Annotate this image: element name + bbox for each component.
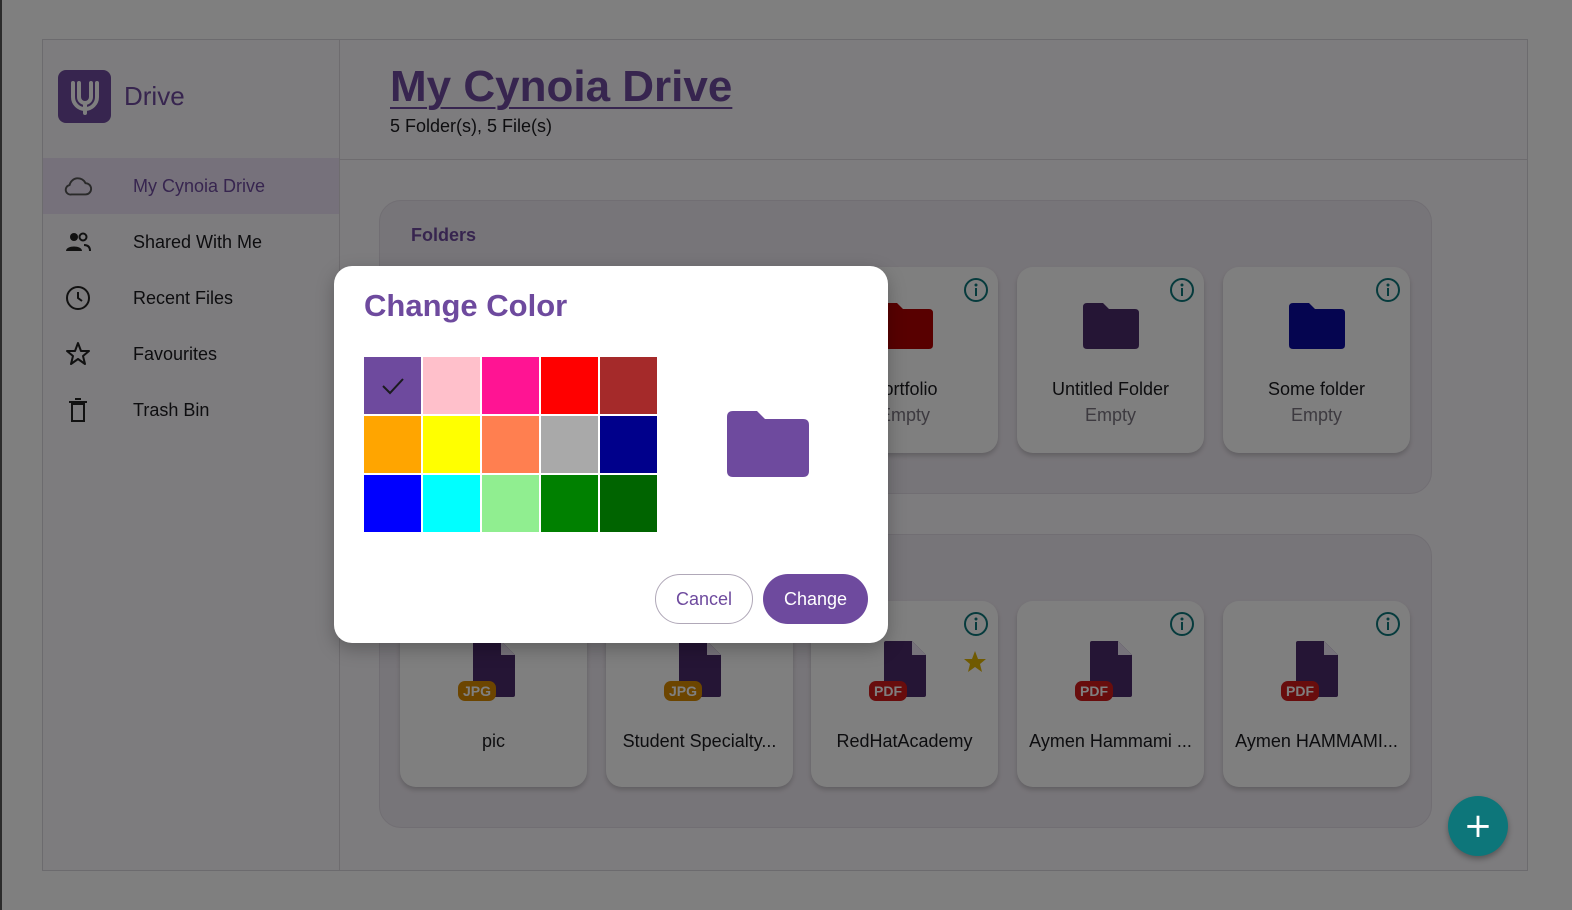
color-swatch[interactable] [364,475,421,532]
change-button[interactable]: Change [763,574,868,624]
dialog-title: Change Color [364,288,568,323]
folder-preview-icon [725,409,811,484]
color-swatch[interactable] [364,416,421,473]
change-color-dialog: Change Color Cancel Change [334,266,888,643]
color-swatch[interactable] [482,475,539,532]
check-icon [381,377,404,394]
color-swatch[interactable] [600,357,657,414]
window-edge [0,0,2,910]
color-palette [364,357,657,532]
color-swatch[interactable] [600,416,657,473]
color-swatch[interactable] [482,357,539,414]
cancel-button[interactable]: Cancel [655,574,753,624]
add-fab-button[interactable]: + [1448,796,1508,856]
color-swatch[interactable] [423,357,480,414]
color-swatch[interactable] [423,416,480,473]
color-swatch[interactable] [364,357,421,414]
color-swatch[interactable] [541,357,598,414]
color-swatch[interactable] [482,416,539,473]
color-swatch[interactable] [423,475,480,532]
color-swatch[interactable] [541,475,598,532]
color-swatch[interactable] [541,416,598,473]
color-swatch[interactable] [600,475,657,532]
plus-icon: + [1463,806,1493,846]
